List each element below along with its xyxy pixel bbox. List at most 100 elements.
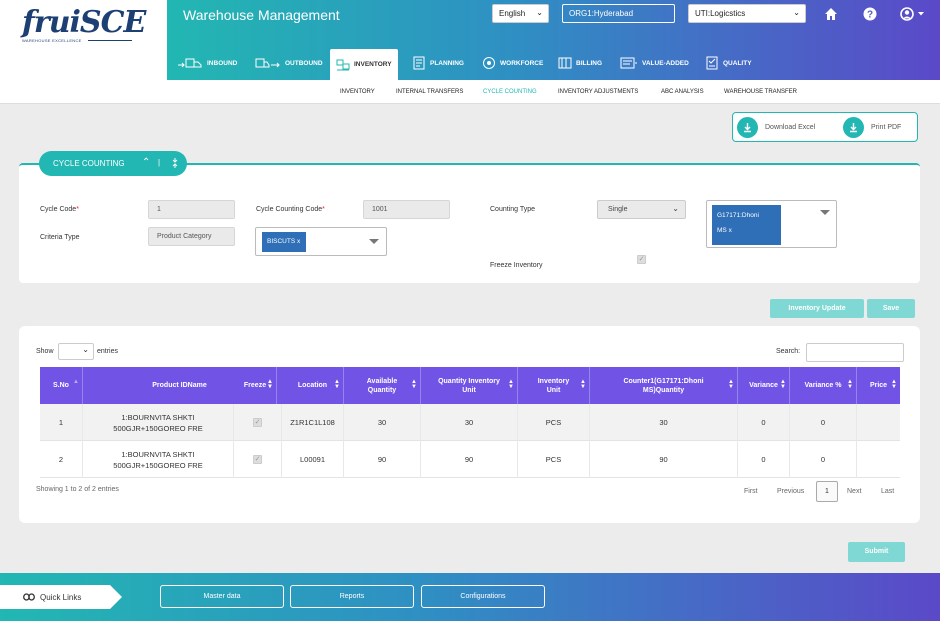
freeze-checkbox[interactable]: ✓ — [253, 418, 262, 427]
company-select[interactable]: UTI:Logicstics ⌄ — [688, 4, 806, 23]
cell-counter-qty[interactable]: 90 — [590, 441, 738, 478]
dropdown-arrow-icon[interactable] — [369, 239, 379, 244]
value-added-icon — [620, 57, 637, 69]
chevron-down-icon: ⌄ — [82, 345, 89, 354]
col-variance[interactable]: Variance ▲ ▼ — [738, 367, 790, 404]
cycle-code-label: Cycle Code* — [40, 206, 79, 213]
counter-chip-label: G17171:Dhoni — [717, 212, 759, 219]
org-field[interactable]: ORG1:Hyderabad — [562, 4, 675, 23]
col-sno[interactable]: S.No ▲ — [40, 367, 83, 404]
remove-icon[interactable]: x — [729, 227, 732, 234]
quick-links-label: Quick Links — [40, 592, 82, 602]
subnav-internal-transfers[interactable]: INTERNAL TRANSFERS — [396, 89, 463, 95]
nav-outbound[interactable]: OUTBOUND — [255, 48, 323, 78]
col-inventory-unit[interactable]: Inventory Unit ▲ ▼ — [518, 367, 590, 404]
cell-counter-qty[interactable]: 30 — [590, 404, 738, 441]
pager-next[interactable]: Next — [847, 488, 861, 495]
master-data-button[interactable]: Master data — [160, 585, 284, 608]
pager-page-1[interactable]: 1 — [816, 481, 838, 502]
truck-out-icon — [255, 58, 280, 68]
col-variance-pct[interactable]: Variance % ▲ ▼ — [790, 367, 857, 404]
cell-freeze: ✓ — [234, 441, 282, 478]
logo[interactable]: fruiSCE WAREHOUSE EXCELLENCE — [0, 0, 167, 48]
download-excel-button[interactable]: Download Excel — [737, 117, 815, 138]
sort-icon: ▲ ▼ — [411, 379, 417, 390]
remove-icon[interactable]: x — [297, 238, 300, 245]
col-available-qty[interactable]: Available Quantity ▲ ▼ — [344, 367, 421, 404]
cycle-code-field[interactable]: 1 — [148, 200, 235, 219]
col-location[interactable]: Location ▲ ▼ — [282, 367, 344, 404]
dropdown-arrow-icon[interactable] — [820, 210, 830, 215]
subnav-cycle-counting[interactable]: CYCLE COUNTING — [483, 89, 537, 95]
configurations-button[interactable]: Configurations — [421, 585, 545, 608]
counter-chip[interactable]: G17171:Dhoni MS x — [712, 205, 781, 245]
counting-type-select[interactable]: Single ⌄ — [597, 200, 686, 219]
cell-unit: PCS — [518, 404, 590, 441]
cell-qty-inv-unit: 90 — [421, 441, 518, 478]
chevron-up-icon[interactable]: ⌃ — [142, 157, 150, 168]
nav-label: WORKFORCE — [500, 59, 544, 67]
subnav-abc-analysis[interactable]: ABC ANALYSIS — [661, 89, 704, 95]
col-qty-inventory-unit[interactable]: Quantity Inventory Unit ▲ ▼ — [421, 367, 518, 404]
nav-inventory[interactable]: INVENTORY — [330, 49, 398, 80]
app-title: Warehouse Management — [183, 7, 340, 23]
chevron-down-icon: ⌄ — [793, 8, 800, 17]
home-icon[interactable] — [824, 7, 840, 23]
help-icon[interactable]: ? — [863, 7, 879, 23]
cycle-counting-code-field[interactable]: 1001 — [363, 200, 450, 219]
pager-last[interactable]: Last — [881, 488, 894, 495]
cell-qty-inv-unit: 30 — [421, 404, 518, 441]
show-label: Show — [36, 348, 54, 355]
counter-multiselect[interactable]: G17171:Dhoni MS x — [706, 200, 837, 248]
app-header: fruiSCE WAREHOUSE EXCELLENCE Warehouse M… — [0, 0, 940, 104]
table-info: Showing 1 to 2 of 2 entries — [36, 486, 119, 493]
col-counter-qty[interactable]: Counter1(G17171:Dhoni MS)Quantity ▲ ▼ — [590, 367, 738, 404]
subnav-warehouse-transfer[interactable]: WAREHOUSE TRANSFER — [724, 89, 797, 95]
nav-billing[interactable]: BILLING — [558, 48, 602, 78]
submit-button[interactable]: Submit — [848, 542, 905, 562]
col-freeze[interactable]: Freeze ▲ ▼ — [234, 367, 277, 404]
entries-select[interactable]: ⌄ — [58, 343, 94, 360]
quick-links[interactable]: Quick Links — [0, 585, 110, 609]
category-chip[interactable]: BISCUTS x — [262, 232, 306, 252]
print-pdf-button[interactable]: Print PDF — [843, 117, 901, 138]
nav-quality[interactable]: QUALITY — [705, 48, 752, 78]
criteria-type-field[interactable]: Product Category — [148, 227, 235, 246]
nav-inbound[interactable]: INBOUND — [177, 48, 237, 78]
user-icon[interactable] — [900, 7, 928, 23]
table-row[interactable]: 1 1:BOURNVITA SHKTI 500GJR+150GOREO FRE … — [40, 404, 900, 441]
section-toggle[interactable]: CYCLE COUNTING ⌃ | — [39, 151, 187, 176]
freeze-checkbox[interactable]: ✓ — [253, 455, 262, 464]
cell-sno: 1 — [40, 404, 83, 441]
subnav-inventory-adjustments[interactable]: INVENTORY ADJUSTMENTS — [558, 89, 638, 95]
nav-value-added[interactable]: VALUE-ADDED — [620, 48, 689, 78]
search-input[interactable] — [806, 343, 904, 362]
reports-button[interactable]: Reports — [290, 585, 414, 608]
cycle-counting-code-label: Cycle Counting Code* — [256, 206, 325, 213]
cell-unit: PCS — [518, 441, 590, 478]
save-button[interactable]: Save — [867, 299, 915, 318]
sort-icon: ▲ ▼ — [728, 379, 734, 390]
col-price[interactable]: Price ▲ ▼ — [857, 367, 900, 404]
cell-freeze: ✓ — [234, 404, 282, 441]
pager-first[interactable]: First — [744, 488, 758, 495]
cell-variance-pct: 0 — [790, 441, 857, 478]
nav-workforce[interactable]: WORKFORCE — [482, 48, 543, 78]
nav-label: PLANNING — [430, 59, 464, 67]
subnav-inventory[interactable]: INVENTORY — [340, 89, 375, 95]
export-panel: Download Excel Print PDF — [732, 112, 918, 142]
pager-previous[interactable]: Previous — [777, 488, 804, 495]
cell-product: 1:BOURNVITA SHKTI 500GJR+150GOREO FRE — [83, 404, 234, 441]
table-header: S.No ▲ Product IDName ▲ ▼ Freeze ▲ ▼ Location… — [40, 367, 900, 404]
nav-label: INVENTORY — [354, 61, 392, 68]
inventory-update-button[interactable]: Inventory Update — [770, 299, 864, 318]
category-multiselect[interactable]: BISCUTS x — [255, 227, 387, 256]
table-row[interactable]: 2 1:BOURNVITA SHKTI 500GJR+150GOREO FRE … — [40, 441, 900, 478]
billing-icon — [558, 57, 572, 69]
cell-variance: 0 — [738, 404, 790, 441]
collapse-icon[interactable] — [170, 157, 180, 172]
freeze-inventory-checkbox[interactable]: ✓ — [637, 255, 646, 264]
language-select[interactable]: English ⌄ — [492, 4, 549, 23]
nav-planning[interactable]: PLANNING — [412, 48, 464, 78]
main-nav: INBOUND OUTBOUND INVENTORY PLANNING WORK… — [167, 31, 940, 80]
